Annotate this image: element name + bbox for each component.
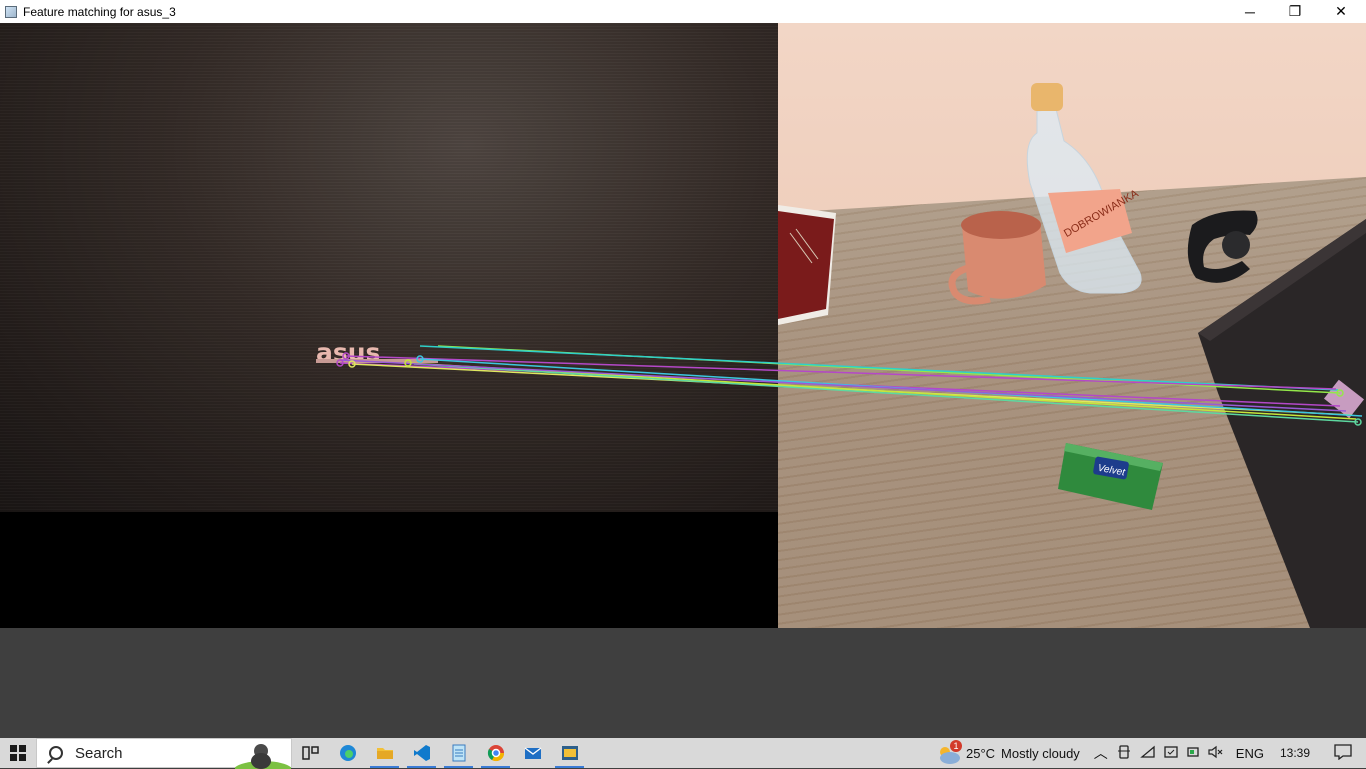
vscode-icon [413,745,430,761]
battery-icon[interactable] [1186,745,1200,762]
window-title: Feature matching for asus_3 [23,4,176,19]
watch [1187,210,1258,283]
search-icon [49,746,63,760]
bottle: DOBROWIANKA [1026,83,1142,294]
restore-button[interactable]: ❐ [1272,0,1318,23]
clock[interactable]: 13:39 [1280,746,1310,760]
edge-icon [339,745,356,761]
notepad-button[interactable] [440,738,477,768]
search-placeholder: Search [75,744,123,762]
mail-button[interactable] [514,738,551,768]
file-explorer-button[interactable] [366,738,403,768]
system-tray: 1 25°C Mostly cloudy ︿ ENG 13:39 [934,738,1366,768]
chevron-up-icon[interactable]: ︿ [1094,743,1108,763]
search-highlight-icon [235,744,291,769]
language-indicator[interactable]: ENG [1236,746,1264,761]
weather-temp[interactable]: 25°C [966,746,995,761]
folder-icon [376,748,393,759]
matching-image: DOBROWIANKA Velvet asus [0,23,1366,628]
close-button[interactable]: ✕ [1318,0,1364,23]
minimize-button[interactable]: ─ [1227,0,1273,23]
book [778,205,836,325]
taskbar: Search 1 25°C Mostly cloudy ︿ ENG 13:39 [0,738,1366,769]
edge-button[interactable] [329,738,366,768]
close-icon: ✕ [1335,3,1347,19]
notepad-icon [452,744,465,762]
security-icon[interactable] [1164,745,1178,762]
device-icon[interactable] [1117,744,1130,762]
tissue-pack: Velvet [1058,443,1163,510]
mail-icon [524,747,541,759]
volume-muted-icon[interactable] [1208,745,1224,762]
weather-badge: 1 [950,740,962,752]
minimize-icon: ─ [1245,3,1255,20]
vscode-button[interactable] [403,738,440,768]
search-box[interactable]: Search [36,738,292,769]
weather-button[interactable]: 1 [934,738,964,768]
windows-icon [10,745,26,761]
weather-condition[interactable]: Mostly cloudy [1001,746,1080,761]
mug [948,211,1046,305]
start-button[interactable] [0,738,36,768]
chrome-icon [487,745,504,762]
python-window-icon [561,746,578,760]
app-icon [5,5,17,18]
python-button[interactable] [551,738,588,768]
restore-icon: ❐ [1288,3,1302,19]
empty-window-area [0,628,1366,738]
task-view-icon [301,746,319,760]
wifi-icon[interactable] [1140,745,1156,762]
task-view-button[interactable] [292,738,329,768]
title-bar: Feature matching for asus_3 ─ ❐ ✕ [0,0,1366,23]
notifications-icon[interactable] [1334,743,1352,763]
scene-objects: DOBROWIANKA Velvet asus [316,83,1366,628]
chrome-button[interactable] [477,738,514,768]
